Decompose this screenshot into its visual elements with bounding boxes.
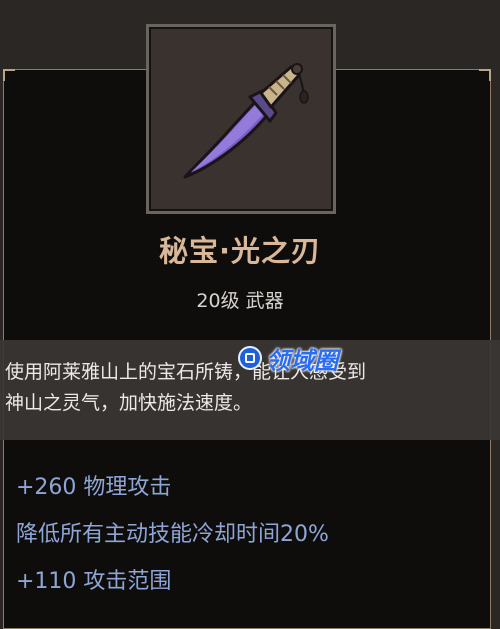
watermark-logo-icon [238,346,262,370]
item-level-type: 20级 武器 [196,290,284,312]
description-line: 神山之灵气，加快施法速度。 [5,392,253,414]
panel-corner-ornament [479,69,491,81]
stat-cooldown-reduction: 降低所有主动技能冷却时间20% [16,522,329,547]
watermark: 领域圈 [238,343,338,375]
stat-physical-attack: +260 物理攻击 [16,475,172,500]
watermark-text: 领域圈 [266,346,338,375]
purple-blade-icon [183,63,309,179]
stat-attack-range: +110 攻击范围 [16,569,172,594]
item-icon-frame [146,24,336,214]
panel-corner-ornament [3,69,15,81]
item-name: 秘宝·光之刃 [158,234,322,268]
